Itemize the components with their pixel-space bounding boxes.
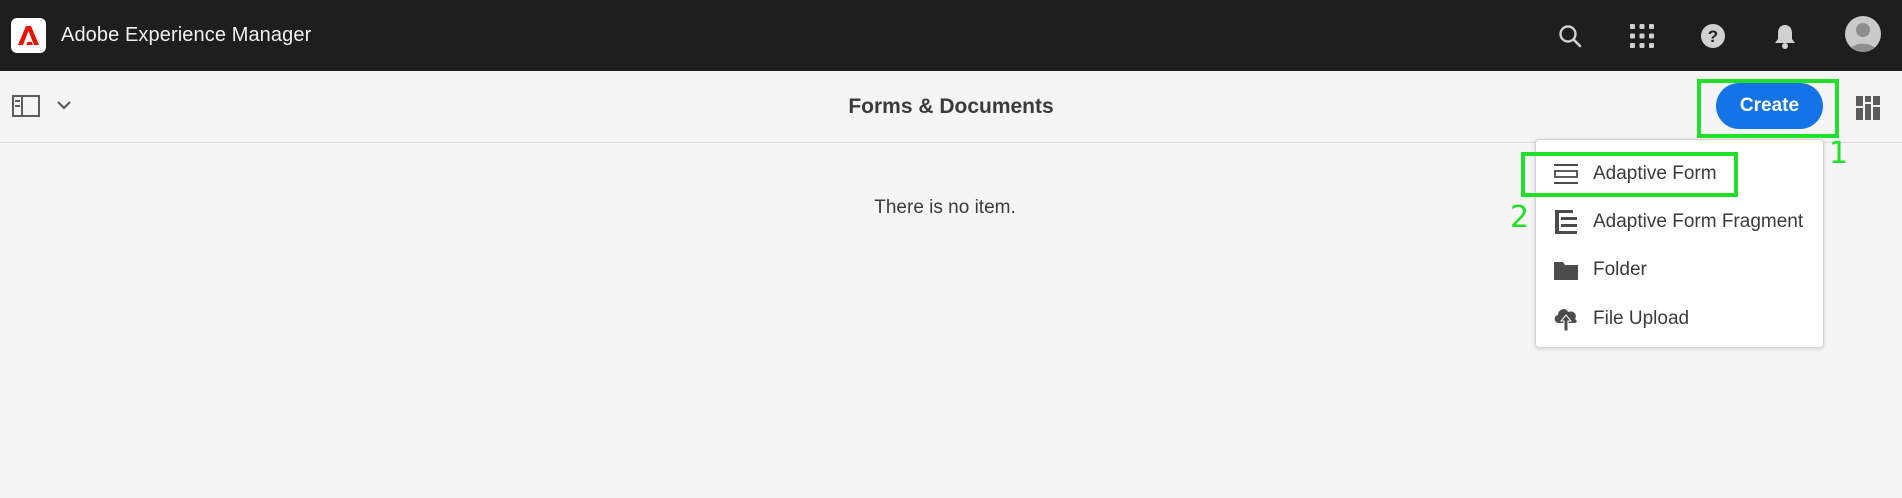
user-avatar[interactable] xyxy=(1845,16,1881,52)
help-icon[interactable]: ? xyxy=(1697,20,1729,52)
action-bar: Forms & Documents Create xyxy=(0,71,1902,143)
annotation-box-adaptive-form xyxy=(1521,152,1738,197)
annotation-number-2: 2 xyxy=(1510,200,1530,235)
menu-item-label: Adaptive Form Fragment xyxy=(1593,211,1804,232)
svg-text:?: ? xyxy=(1708,27,1718,46)
app-title[interactable]: Adobe Experience Manager xyxy=(61,24,311,47)
search-icon[interactable] xyxy=(1554,20,1586,52)
folder-icon xyxy=(1553,257,1579,283)
top-shell-bar: Adobe Experience Manager ? xyxy=(0,0,1902,71)
cloud-upload-icon xyxy=(1553,306,1579,332)
menu-item-label: Folder xyxy=(1593,259,1647,280)
adobe-logo-icon[interactable] xyxy=(11,18,46,53)
annotation-box-create xyxy=(1697,79,1839,138)
menu-item-file-upload[interactable]: File Upload xyxy=(1536,297,1825,341)
page-title: Forms & Documents xyxy=(848,95,1054,118)
form-fragment-icon xyxy=(1553,209,1579,235)
menu-item-folder[interactable]: Folder xyxy=(1536,248,1825,292)
apps-grid-icon[interactable] xyxy=(1626,20,1658,52)
notifications-bell-icon[interactable] xyxy=(1769,20,1801,52)
menu-item-label: File Upload xyxy=(1593,308,1690,329)
annotation-number-1: 1 xyxy=(1829,136,1849,171)
menu-item-adaptive-form-fragment[interactable]: Adaptive Form Fragment xyxy=(1536,200,1825,244)
view-switcher-icon[interactable] xyxy=(1856,96,1880,120)
